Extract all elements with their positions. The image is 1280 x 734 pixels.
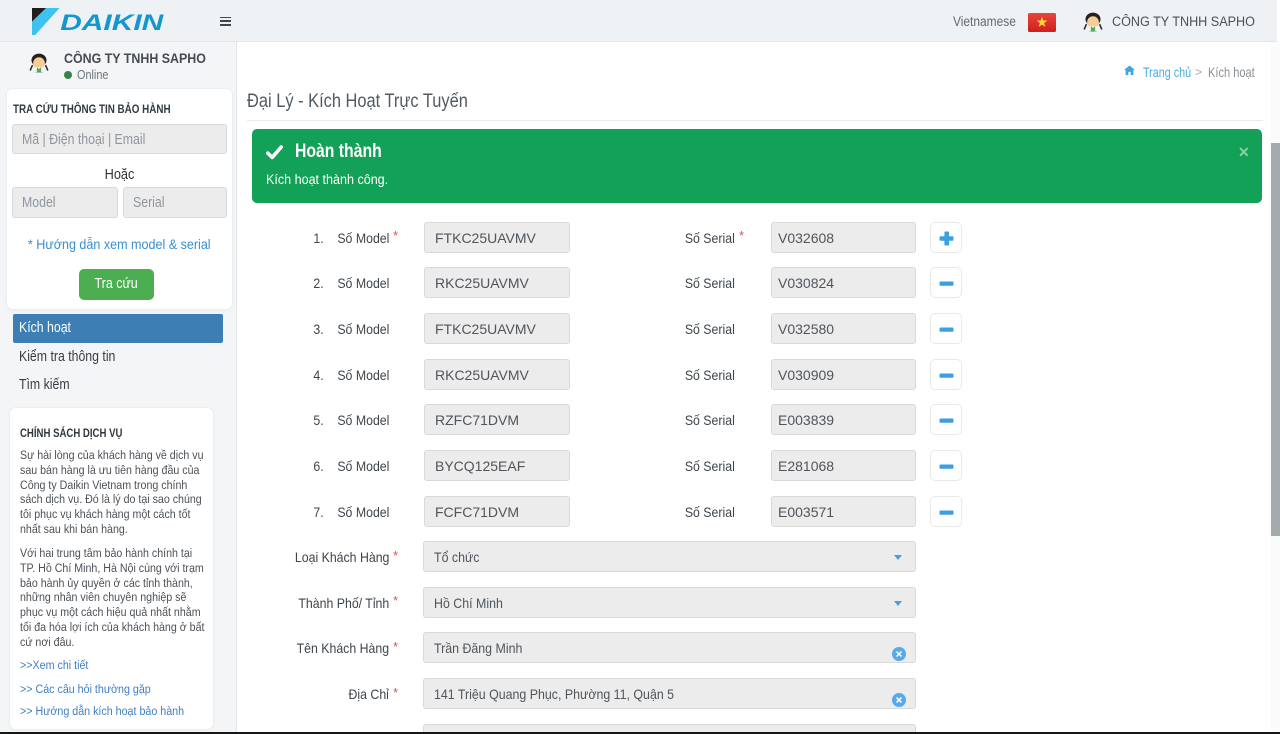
svg-text:DAIKIN: DAIKIN [60, 9, 164, 34]
